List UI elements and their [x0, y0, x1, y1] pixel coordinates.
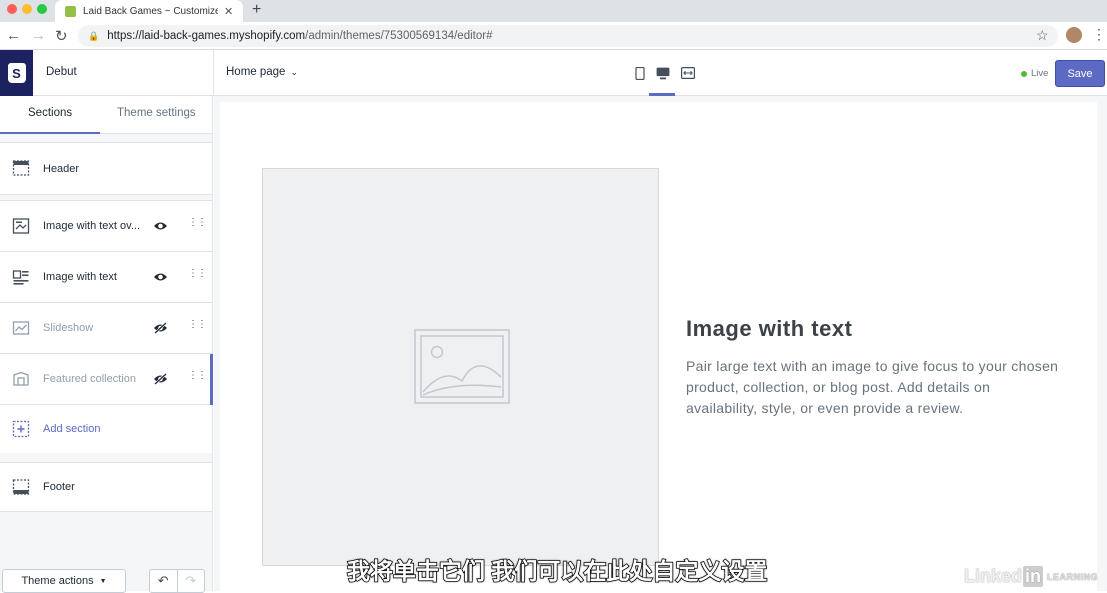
live-label: Live	[1031, 68, 1049, 79]
drag-handle-icon[interactable]: ⋮⋮	[188, 269, 207, 279]
sections-sidebar: Sections Theme settings Header Image wit…	[0, 96, 213, 593]
storefront-preview[interactable]: Image with text Pair large text with an …	[220, 102, 1100, 591]
url-host: https://laid-back-games.myshopify.com	[107, 30, 306, 42]
sidebar-tabs: Sections Theme settings	[0, 96, 212, 134]
window-close-button[interactable]	[7, 4, 17, 14]
browser-menu-icon[interactable]: ⋮	[1092, 26, 1106, 43]
undo-icon[interactable]: ↶	[150, 570, 178, 592]
slideshow-icon	[12, 321, 30, 335]
image-text-overlay-icon	[12, 218, 30, 234]
section-body-text: Pair large text with an image to give fo…	[686, 358, 1059, 416]
shopify-bag-icon: S	[7, 63, 26, 83]
add-section-icon	[12, 420, 30, 438]
sections-card: Image with text ov... ⋮⋮ Image with text…	[0, 200, 213, 453]
sidebar-item-footer[interactable]: Footer	[0, 463, 212, 511]
add-section-button[interactable]: Add section	[0, 405, 212, 453]
save-button[interactable]: Save	[1055, 60, 1105, 87]
header-layout-icon	[12, 160, 30, 176]
browser-address-bar: ← → ↻ 🔒 https://laid-back-games.myshopif…	[0, 22, 1107, 50]
chevron-down-icon: ⌄	[290, 67, 299, 77]
page-selector-label: Home page	[226, 66, 286, 78]
theme-actions-label: Theme actions	[21, 575, 94, 587]
window-minimize-button[interactable]	[22, 4, 32, 14]
tab-close-icon[interactable]: ✕	[224, 5, 233, 18]
desktop-view-icon[interactable]	[649, 65, 675, 96]
eye-hidden-icon[interactable]	[153, 373, 168, 385]
sidebar-item-slideshow[interactable]: Slideshow ⋮⋮	[0, 303, 212, 354]
theme-name: Debut	[46, 66, 77, 78]
sidebar-item-label: Image with text ov...	[43, 220, 141, 232]
sidebar-item-featured-collection[interactable]: Featured collection ⋮⋮	[0, 354, 213, 405]
browser-tab-bar: Laid Back Games ~ Customize ✕ +	[0, 0, 1107, 22]
shopify-logo[interactable]: S	[0, 50, 33, 96]
editor-top-bar: S Debut Home page ⌄ Live Save	[0, 50, 1107, 96]
theme-actions-button[interactable]: Theme actions ▼	[2, 569, 126, 593]
sidebar-item-label: Featured collection	[43, 373, 136, 385]
sidebar-item-image-with-text[interactable]: Image with text ⋮⋮	[0, 252, 212, 303]
sidebar-item-label: Image with text	[43, 271, 117, 283]
sidebar-item-label: Header	[43, 162, 80, 175]
eye-hidden-icon[interactable]	[153, 322, 168, 334]
eye-icon[interactable]	[153, 220, 168, 232]
shopify-favicon-icon	[65, 5, 76, 17]
footer-card: Footer	[0, 462, 212, 512]
sidebar-item-label: Footer	[43, 481, 75, 493]
window-maximize-button[interactable]	[37, 4, 47, 14]
video-subtitle: 我将单击它们 我们可以在此处自定义设置	[346, 557, 768, 585]
page-selector[interactable]: Home page ⌄	[226, 66, 298, 78]
linkedin-learning-watermark: Linked in LEARNING	[964, 566, 1098, 587]
watermark-text: Linked	[964, 566, 1023, 586]
browser-tab-title: Laid Back Games ~ Customize	[83, 5, 218, 17]
image-placeholder[interactable]	[262, 168, 659, 566]
tab-sections[interactable]: Sections	[28, 107, 72, 119]
live-dot-icon	[1021, 70, 1027, 77]
forward-arrow-icon[interactable]: →	[31, 27, 46, 44]
bookmark-star-icon[interactable]: ☆	[1036, 27, 1049, 44]
drag-handle-icon[interactable]: ⋮⋮	[188, 218, 207, 228]
image-with-text-icon	[12, 270, 29, 285]
watermark-learning: LEARNING	[1047, 571, 1099, 582]
sidebar-item-header[interactable]: Header	[0, 143, 212, 194]
profile-avatar[interactable]	[1066, 27, 1082, 43]
footer-layout-icon	[12, 479, 30, 495]
active-tab-indicator	[0, 132, 100, 134]
fullscreen-view-icon[interactable]	[680, 65, 696, 81]
sidebar-item-label: Slideshow	[43, 322, 94, 334]
url-field[interactable]: 🔒 https://laid-back-games.myshopify.com /…	[78, 25, 1058, 47]
sidebar-item-image-text-overlay[interactable]: Image with text ov... ⋮⋮	[0, 201, 212, 252]
caret-down-icon: ▼	[99, 577, 107, 585]
browser-tab[interactable]: Laid Back Games ~ Customize ✕	[55, 0, 243, 22]
live-status-badge: Live	[1021, 68, 1048, 79]
header-card: Header	[0, 142, 212, 195]
new-tab-button[interactable]: +	[252, 1, 261, 19]
featured-collection-icon	[13, 371, 29, 386]
drag-handle-icon[interactable]: ⋮⋮	[188, 320, 207, 330]
section-heading: Image with text	[686, 316, 853, 341]
divider	[213, 50, 214, 96]
back-arrow-icon[interactable]: ←	[6, 27, 21, 44]
add-section-label: Add section	[43, 423, 101, 435]
watermark-in: in	[1023, 566, 1044, 587]
eye-icon[interactable]	[153, 271, 168, 283]
preview-scrollbar[interactable]	[1097, 102, 1100, 591]
undo-redo-group: ↶ ↷	[149, 569, 205, 593]
tab-theme-settings[interactable]: Theme settings	[117, 107, 196, 119]
image-placeholder-icon	[414, 329, 510, 404]
lock-icon: 🔒	[88, 30, 100, 41]
url-path: /admin/themes/75300569134/editor#	[305, 30, 493, 42]
mobile-view-icon[interactable]	[632, 65, 648, 81]
reload-icon[interactable]: ↻	[55, 27, 68, 45]
redo-icon[interactable]: ↷	[178, 570, 205, 592]
drag-handle-icon[interactable]: ⋮⋮	[188, 371, 207, 381]
